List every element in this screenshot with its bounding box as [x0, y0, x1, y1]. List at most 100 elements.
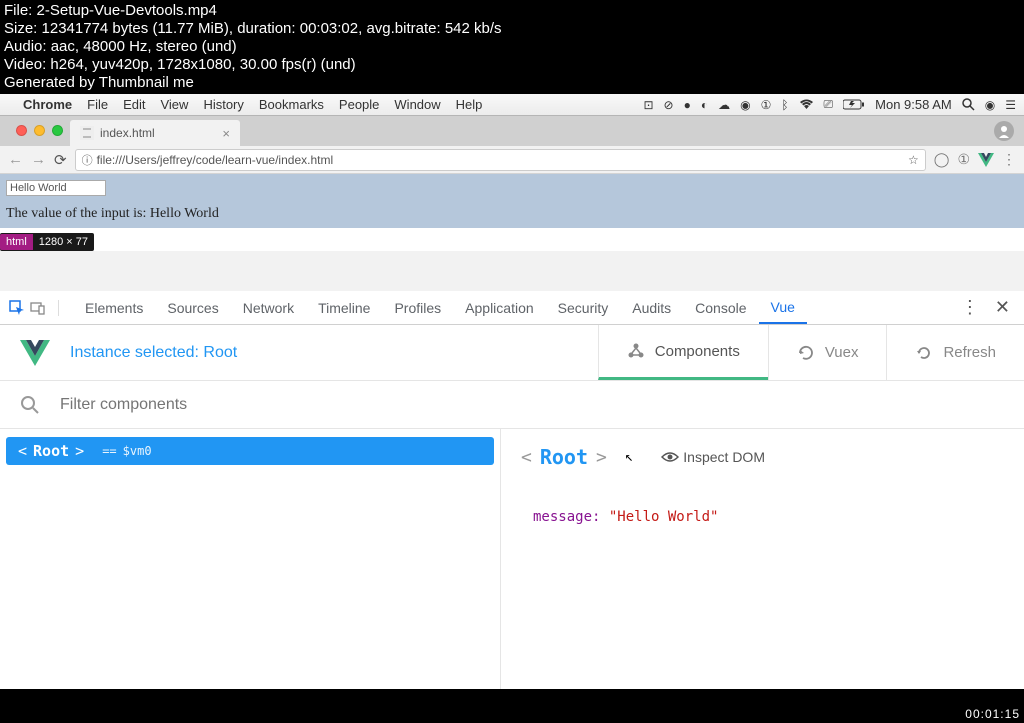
notification-center-icon[interactable]: ☰ — [1005, 98, 1016, 112]
devtools-panel: Elements Sources Network Timeline Profil… — [0, 291, 1024, 689]
menu-file[interactable]: File — [87, 97, 108, 112]
vue-tab-refresh[interactable]: Refresh — [886, 325, 1024, 380]
window-close-button[interactable] — [16, 125, 27, 136]
menubar-status-icon[interactable]: ◐ — [701, 98, 708, 112]
forward-button: → — [31, 151, 46, 168]
inspector-component-name: Root — [540, 445, 588, 469]
vue-inspector-panel: < Root > ↖ Inspect DOM message: — [500, 429, 1024, 689]
search-icon — [20, 395, 40, 415]
bookmark-star-icon[interactable]: ☆ — [908, 153, 919, 167]
vue-component-tree: <Root> == $vm0 — [0, 429, 500, 689]
devtools-tab-console[interactable]: Console — [683, 291, 758, 324]
site-info-icon[interactable]: ⓘ — [82, 152, 93, 168]
menu-history[interactable]: History — [203, 97, 243, 112]
vue-devtools-extension-icon[interactable] — [978, 153, 994, 167]
menubar-status-icon[interactable]: ① — [761, 98, 772, 112]
vue-instance-label: Instance selected: Root — [70, 344, 237, 362]
tab-favicon-icon — [80, 126, 94, 140]
overlay-line-generator: Generated by Thumbnail me — [4, 74, 1020, 92]
devtools-close-icon[interactable]: ✕ — [989, 297, 1016, 318]
refresh-icon — [915, 344, 933, 362]
overlay-line-file: File: 2-Setup-Vue-Devtools.mp4 — [4, 2, 1020, 20]
menubar-status-icon[interactable]: ⊘ — [664, 98, 674, 112]
badge-tag-name: html — [0, 234, 33, 250]
vue-tab-label: Components — [655, 343, 740, 360]
menubar-clock[interactable]: Mon 9:58 AM — [875, 97, 952, 112]
inspect-dom-button[interactable]: Inspect DOM — [661, 449, 765, 465]
overlay-line-audio: Audio: aac, 48000 Hz, stereo (und) — [4, 38, 1020, 56]
window-zoom-button[interactable] — [52, 125, 63, 136]
chrome-tabstrip: index.html × — [0, 116, 1024, 146]
devtools-tab-security[interactable]: Security — [546, 291, 621, 324]
vue-tree-root-node[interactable]: <Root> == $vm0 — [6, 437, 494, 465]
browser-tab[interactable]: index.html × — [70, 120, 240, 146]
chrome-menu-icon[interactable]: ⋮ — [1002, 151, 1016, 168]
menubar-status-icon[interactable]: ● — [684, 98, 691, 112]
vue-filter-bar — [0, 381, 1024, 429]
chrome-window: index.html × ← → ⟳ ⓘ file:///Users/jeffr… — [0, 116, 1024, 689]
vue-logo-icon — [20, 340, 50, 366]
extension-icon[interactable]: ◯ — [934, 151, 950, 168]
tab-close-icon[interactable]: × — [222, 126, 230, 141]
devtools-tab-sources[interactable]: Sources — [155, 291, 230, 324]
vue-tab-components[interactable]: Components — [598, 325, 768, 380]
element-dimensions-badge: html 1280 × 77 — [0, 233, 94, 251]
back-button[interactable]: ← — [8, 151, 23, 168]
battery-icon[interactable] — [843, 99, 865, 110]
menubar-status-icon[interactable]: ⊡ — [643, 98, 653, 112]
devtools-tab-application[interactable]: Application — [453, 291, 546, 324]
chrome-toolbar: ← → ⟳ ⓘ file:///Users/jeffrey/code/learn… — [0, 146, 1024, 174]
menu-view[interactable]: View — [160, 97, 188, 112]
menubar-app-name[interactable]: Chrome — [23, 97, 72, 112]
demo-input[interactable] — [6, 180, 106, 196]
url-bar[interactable]: ⓘ file:///Users/jeffrey/code/learn-vue/i… — [75, 149, 926, 171]
devtools-menu-icon[interactable]: ⋮ — [951, 297, 989, 318]
overlay-line-video: Video: h264, yuv420p, 1728x1080, 30.00 f… — [4, 56, 1020, 74]
video-metadata-overlay: File: 2-Setup-Vue-Devtools.mp4 Size: 123… — [0, 0, 1024, 94]
window-minimize-button[interactable] — [34, 125, 45, 136]
filter-components-input[interactable] — [60, 396, 1004, 414]
menu-edit[interactable]: Edit — [123, 97, 145, 112]
menu-window[interactable]: Window — [394, 97, 440, 112]
vue-devtools-header: Instance selected: Root Components Vuex — [0, 325, 1024, 381]
spotlight-icon[interactable] — [962, 98, 975, 111]
overlay-line-size: Size: 12341774 bytes (11.77 MiB), durati… — [4, 20, 1020, 38]
siri-icon[interactable]: ◉ — [985, 98, 995, 112]
badge-dimensions: 1280 × 77 — [33, 234, 94, 250]
device-toolbar-icon[interactable] — [30, 300, 59, 316]
devtools-tab-profiles[interactable]: Profiles — [382, 291, 453, 324]
devtools-tabstrip: Elements Sources Network Timeline Profil… — [0, 291, 1024, 325]
eye-icon — [661, 451, 679, 463]
display-icon[interactable]: ⎚ — [824, 97, 834, 112]
page-output-text: The value of the input is: Hello World — [6, 206, 1018, 222]
page-viewport: The value of the input is: Hello World — [0, 174, 1024, 228]
menu-help[interactable]: Help — [456, 97, 483, 112]
devtools-tab-audits[interactable]: Audits — [620, 291, 683, 324]
mouse-cursor-icon: ↖ — [625, 449, 633, 465]
vue-tab-vuex[interactable]: Vuex — [768, 325, 887, 380]
tab-title: index.html — [100, 126, 155, 140]
vuex-icon — [797, 344, 815, 362]
chrome-profile-avatar[interactable] — [994, 121, 1014, 141]
components-icon — [627, 342, 645, 360]
menu-people[interactable]: People — [339, 97, 379, 112]
vue-tab-label: Vuex — [825, 344, 859, 361]
wifi-icon[interactable] — [799, 99, 814, 110]
reload-button[interactable]: ⟳ — [54, 151, 67, 169]
prop-key: message: — [533, 509, 600, 525]
menubar-status-icon[interactable]: ☁ — [718, 98, 730, 112]
vue-component-data: message: "Hello World" — [521, 509, 1004, 525]
devtools-tab-elements[interactable]: Elements — [73, 291, 155, 324]
inspect-element-icon[interactable] — [8, 299, 26, 317]
extension-icon[interactable]: ① — [957, 151, 970, 168]
vue-tab-label: Refresh — [943, 344, 996, 361]
menu-bookmarks[interactable]: Bookmarks — [259, 97, 324, 112]
prop-value: "Hello World" — [609, 509, 719, 525]
devtools-tab-timeline[interactable]: Timeline — [306, 291, 382, 324]
url-text: file:///Users/jeffrey/code/learn-vue/ind… — [97, 153, 334, 167]
devtools-tab-network[interactable]: Network — [231, 291, 306, 324]
devtools-tab-vue[interactable]: Vue — [759, 291, 807, 324]
bluetooth-icon[interactable]: ᛒ — [781, 98, 788, 112]
menubar-status-icon[interactable]: ◉ — [740, 98, 750, 112]
video-timestamp: 00:01:15 — [965, 707, 1020, 721]
